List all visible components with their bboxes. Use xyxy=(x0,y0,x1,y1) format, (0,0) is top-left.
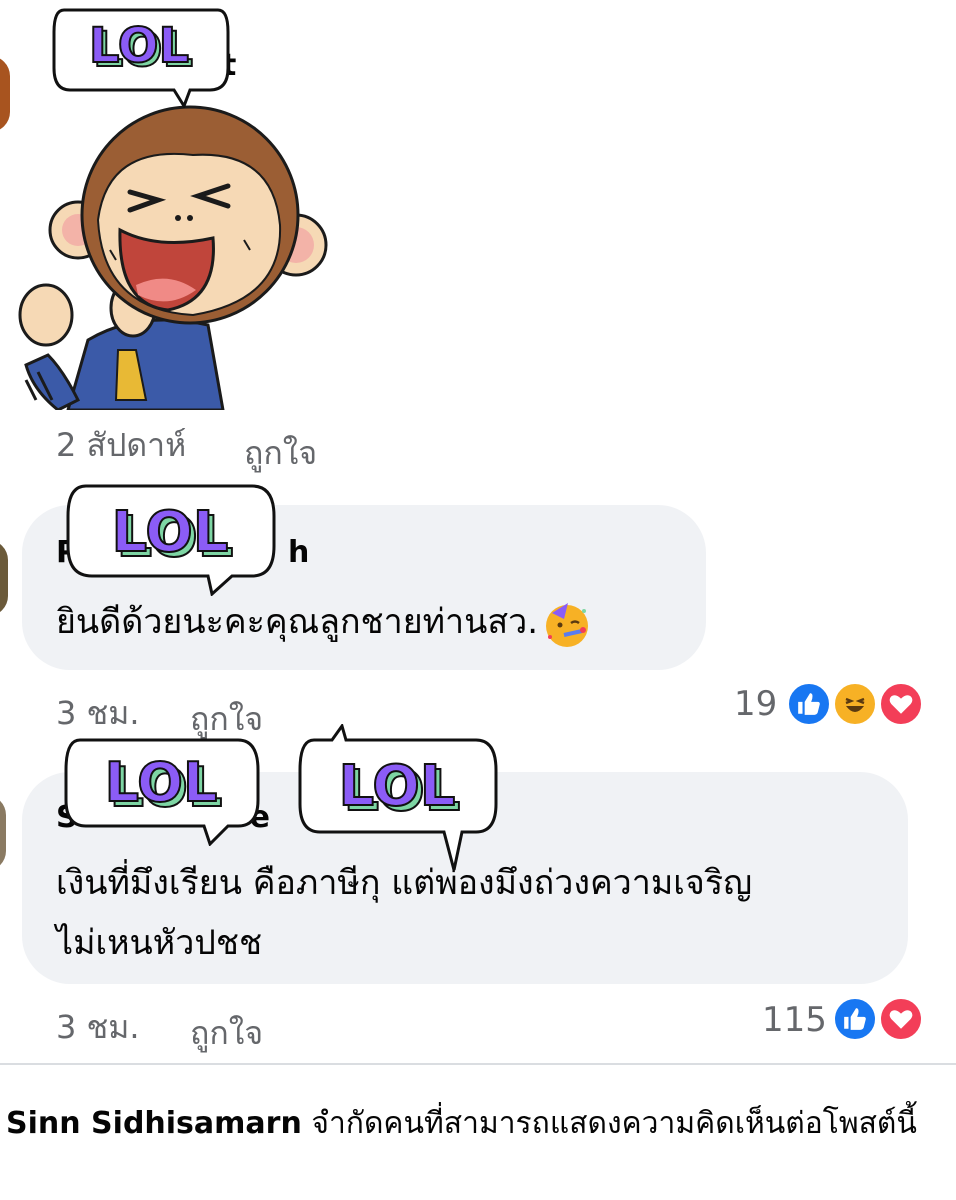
lol-sticker: LOL LOL xyxy=(64,738,260,846)
love-reaction-icon[interactable] xyxy=(878,681,924,727)
avatar[interactable] xyxy=(0,795,6,871)
avatar[interactable] xyxy=(0,540,8,616)
lol-text: LOL xyxy=(105,751,218,814)
comment-timestamp[interactable]: 2 สัปดาห์ xyxy=(56,420,186,471)
like-reaction-icon[interactable] xyxy=(786,681,832,727)
party-face-icon xyxy=(546,602,589,647)
lol-sticker: LOL LOL xyxy=(66,484,276,596)
comment-text-line-2: ไม่เหนหัวปชช xyxy=(56,923,263,963)
reaction-count[interactable]: 115 xyxy=(762,1000,827,1040)
restriction-text: จำกัดคนที่สามารถแสดงความคิดเห็นต่อโพสต์น… xyxy=(311,1106,917,1141)
comment-timestamp[interactable]: 3 ชม. xyxy=(56,1002,140,1053)
lol-text: LOL xyxy=(339,754,456,819)
lol-sticker: LOL LOL xyxy=(52,8,230,108)
haha-reaction-icon[interactable] xyxy=(832,681,878,727)
monkey-sticker xyxy=(18,105,328,410)
divider xyxy=(0,1063,956,1065)
comment-restriction-notice: Sinn Sidhisamarn จำกัดคนที่สามารถแสดงควา… xyxy=(6,1100,917,1147)
like-link[interactable]: ถูกใจ xyxy=(190,1008,263,1059)
page-owner-name[interactable]: Sinn Sidhisamarn xyxy=(6,1106,302,1141)
love-reaction-icon[interactable] xyxy=(878,996,924,1042)
avatar[interactable] xyxy=(0,56,10,132)
like-link[interactable]: ถูกใจ xyxy=(244,428,317,479)
lol-text: LOL xyxy=(112,500,229,565)
comment-text: ยินดีด้วยนะคะคุณลูกชายท่านสว. xyxy=(56,593,592,651)
like-reaction-icon[interactable] xyxy=(832,996,878,1042)
lol-text: LOL xyxy=(89,18,189,74)
lol-sticker: LOL LOL xyxy=(298,724,498,871)
reaction-count[interactable]: 19 xyxy=(734,684,777,724)
